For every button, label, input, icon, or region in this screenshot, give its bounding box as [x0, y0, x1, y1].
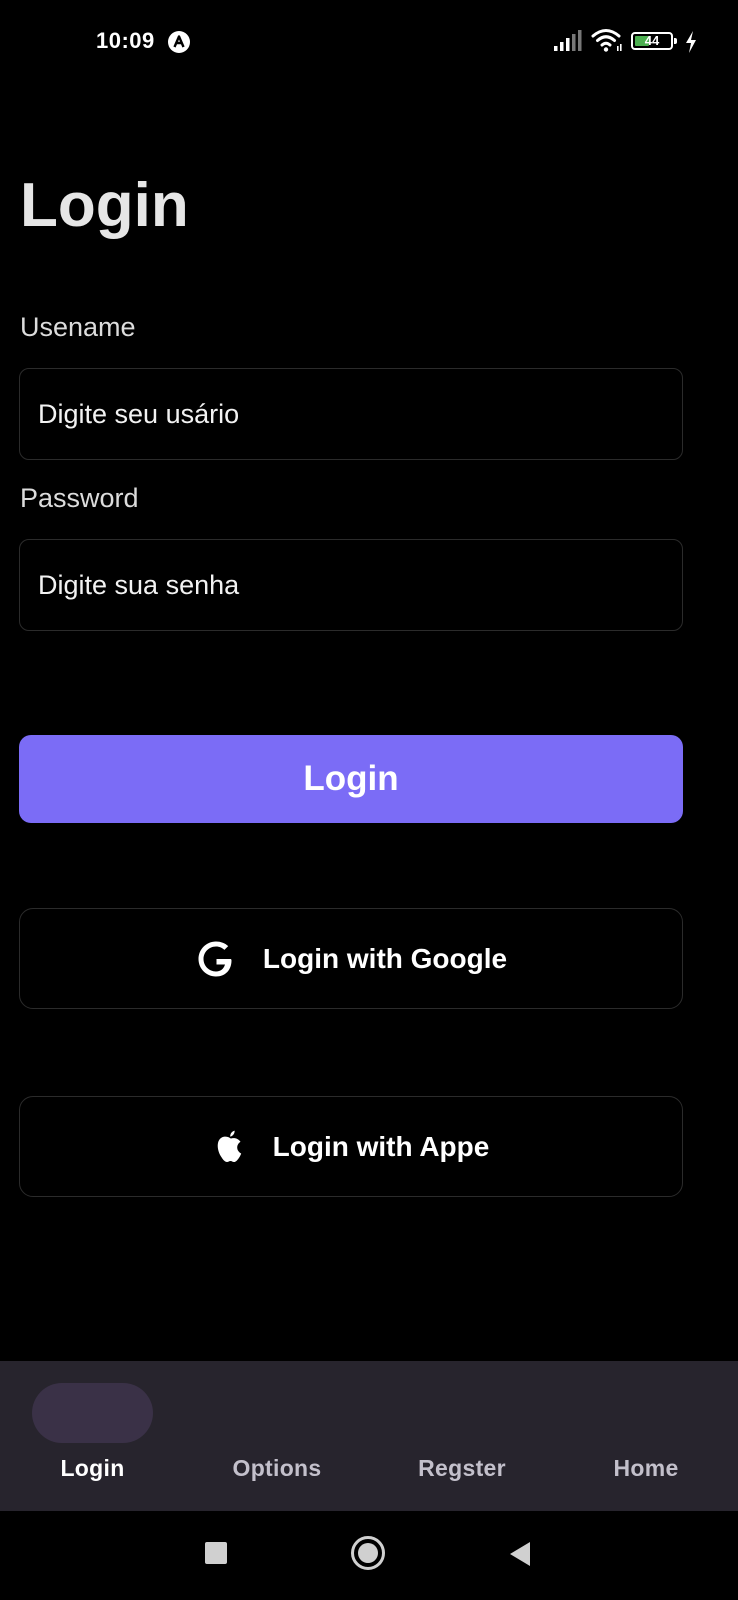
nav-label-login: Login: [60, 1455, 125, 1481]
nav-item-home[interactable]: Home: [554, 1361, 738, 1511]
nav-item-options[interactable]: Options: [185, 1361, 369, 1511]
nav-label-register: Regster: [418, 1455, 506, 1481]
login-button[interactable]: Login: [19, 735, 683, 823]
page-title: Login: [20, 171, 189, 240]
recents-button-icon[interactable]: [205, 1542, 227, 1564]
home-button-dot: [358, 1543, 378, 1563]
nav-item-login[interactable]: Login: [0, 1361, 184, 1511]
username-input[interactable]: [19, 368, 683, 460]
status-time: 10:09: [96, 28, 155, 53]
nav-item-register[interactable]: Regster: [370, 1361, 554, 1511]
back-button-icon[interactable]: [508, 1541, 532, 1567]
username-label: Usename: [20, 312, 136, 342]
google-icon: [198, 941, 232, 976]
charging-icon: [686, 31, 696, 53]
nav-label-home: Home: [613, 1455, 679, 1481]
battery-tip: [674, 38, 677, 44]
bottom-navigation: Login Options Regster Home: [0, 1361, 738, 1511]
apple-login-button[interactable]: Login with Appe: [19, 1096, 683, 1197]
status-bar: 10:09 44: [0, 0, 738, 88]
nav-label-options: Options: [232, 1455, 322, 1481]
apple-icon: [217, 1130, 241, 1162]
home-button-icon[interactable]: [351, 1536, 385, 1570]
system-navigation-bar: [0, 1511, 738, 1600]
signal-icon: [554, 30, 582, 51]
password-label: Password: [20, 483, 139, 513]
password-input[interactable]: [19, 539, 683, 631]
app-notification-icon: [168, 31, 190, 53]
apple-button-label: Login with Appe: [272, 1130, 490, 1162]
battery-icon: 44: [631, 32, 677, 50]
google-button-label: Login with Google: [262, 942, 508, 974]
battery-level: 44: [644, 33, 660, 48]
wifi-icon: [591, 29, 622, 52]
google-login-button[interactable]: Login with Google: [19, 908, 683, 1009]
